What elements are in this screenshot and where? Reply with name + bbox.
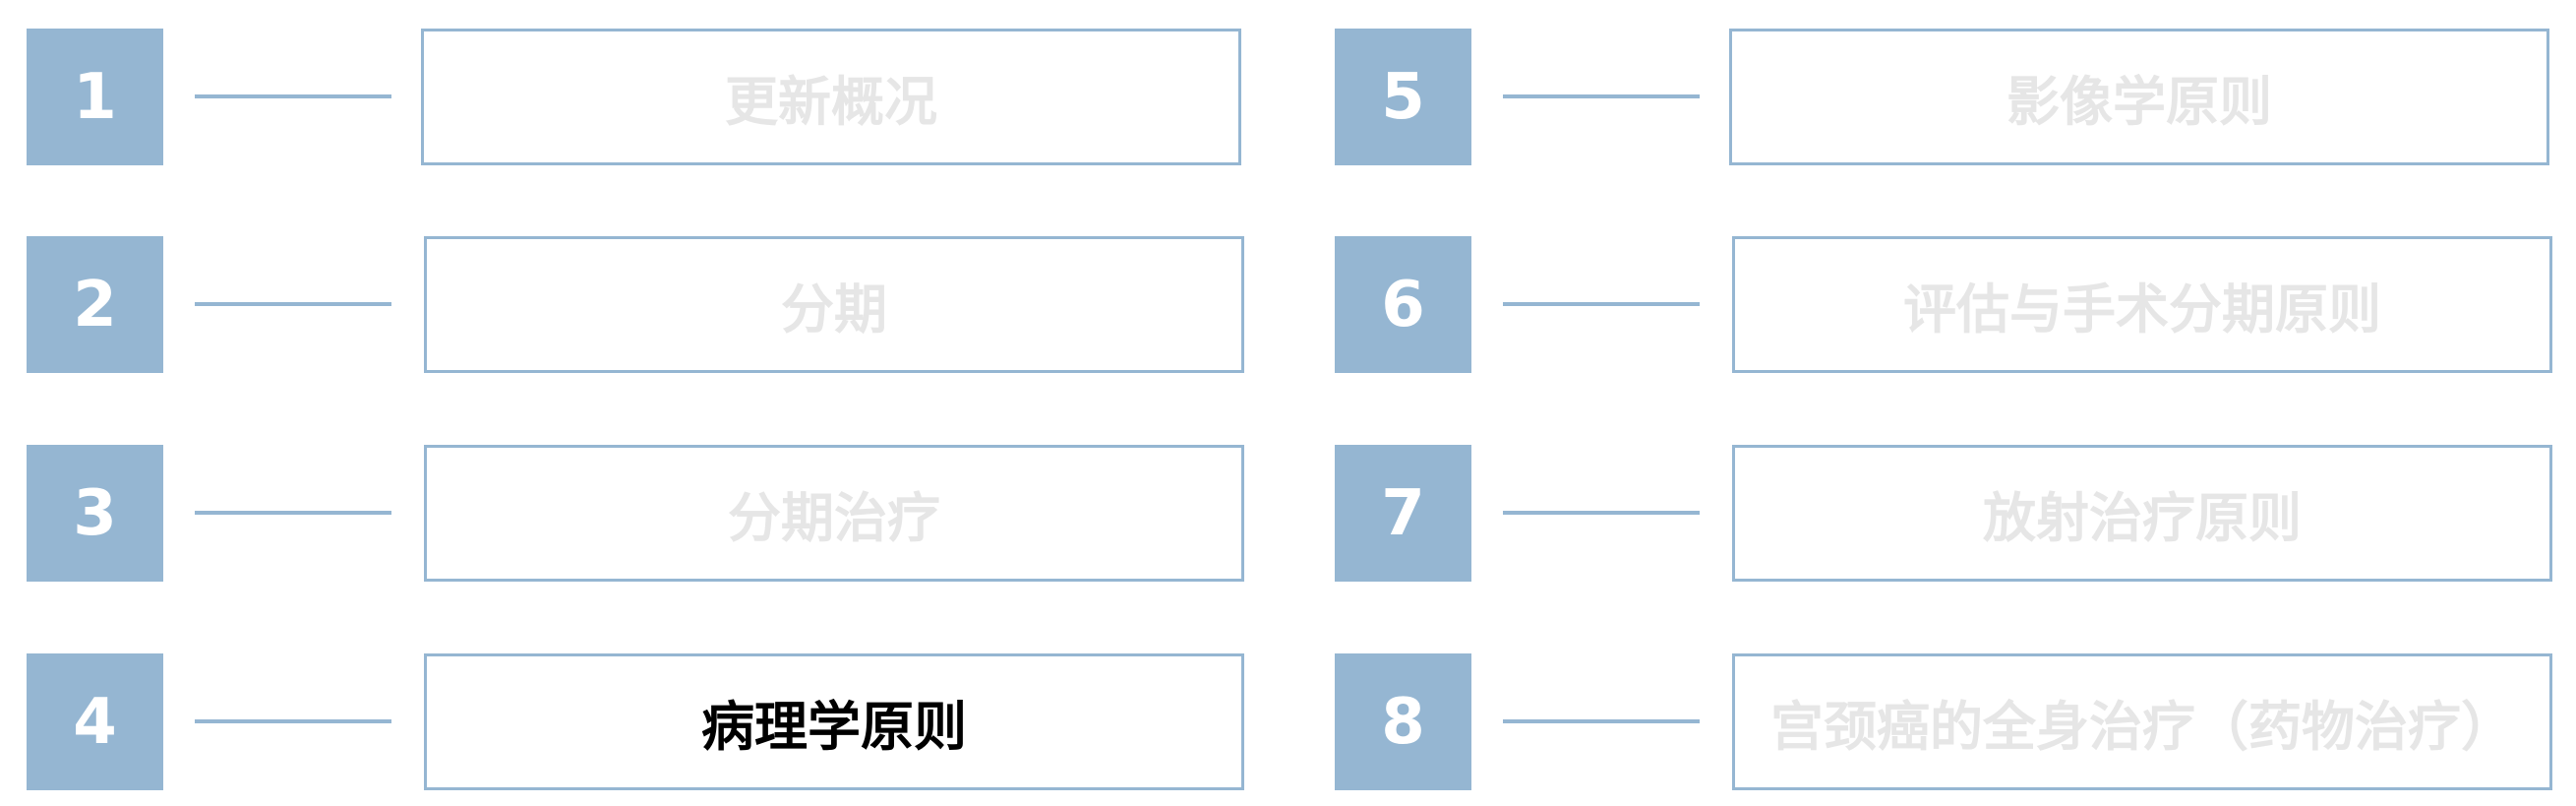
section-number-badge[interactable]: 3 [27, 445, 163, 582]
section-title-box[interactable]: 分期治疗 [424, 445, 1244, 582]
section-number-badge[interactable]: 6 [1335, 236, 1471, 373]
section-title-box[interactable]: 影像学原则 [1729, 29, 2549, 165]
section-number-badge[interactable]: 7 [1335, 445, 1471, 582]
section-number-badge[interactable]: 1 [27, 29, 163, 165]
connector-line [195, 511, 391, 515]
toc-item-5[interactable]: 5 影像学原则 [1335, 29, 2554, 165]
toc-item-8[interactable]: 8 宫颈癌的全身治疗（药物治疗） [1335, 653, 2554, 790]
connector-line [195, 94, 391, 98]
section-number-badge[interactable]: 2 [27, 236, 163, 373]
section-number-badge[interactable]: 8 [1335, 653, 1471, 790]
connector-line [1503, 94, 1700, 98]
section-title-box[interactable]: 评估与手术分期原则 [1732, 236, 2552, 373]
section-title-box[interactable]: 放射治疗原则 [1732, 445, 2552, 582]
connector-line [1503, 719, 1700, 723]
section-number-badge[interactable]: 4 [27, 653, 163, 790]
connector-line [1503, 511, 1700, 515]
connector-line [195, 302, 391, 306]
section-title-box[interactable]: 宫颈癌的全身治疗（药物治疗） [1732, 653, 2552, 790]
section-title-box[interactable]: 更新概况 [421, 29, 1241, 165]
toc-item-1[interactable]: 1 更新概况 [27, 29, 1246, 165]
section-title-box[interactable]: 分期 [424, 236, 1244, 373]
connector-line [195, 719, 391, 723]
toc-item-3[interactable]: 3 分期治疗 [27, 445, 1246, 582]
connector-line [1503, 302, 1700, 306]
section-number-badge[interactable]: 5 [1335, 29, 1471, 165]
toc-item-7[interactable]: 7 放射治疗原则 [1335, 445, 2554, 582]
toc-item-4[interactable]: 4 病理学原则 [27, 653, 1246, 790]
section-title-box[interactable]: 病理学原则 [424, 653, 1244, 790]
toc-item-6[interactable]: 6 评估与手术分期原则 [1335, 236, 2554, 373]
toc-item-2[interactable]: 2 分期 [27, 236, 1246, 373]
